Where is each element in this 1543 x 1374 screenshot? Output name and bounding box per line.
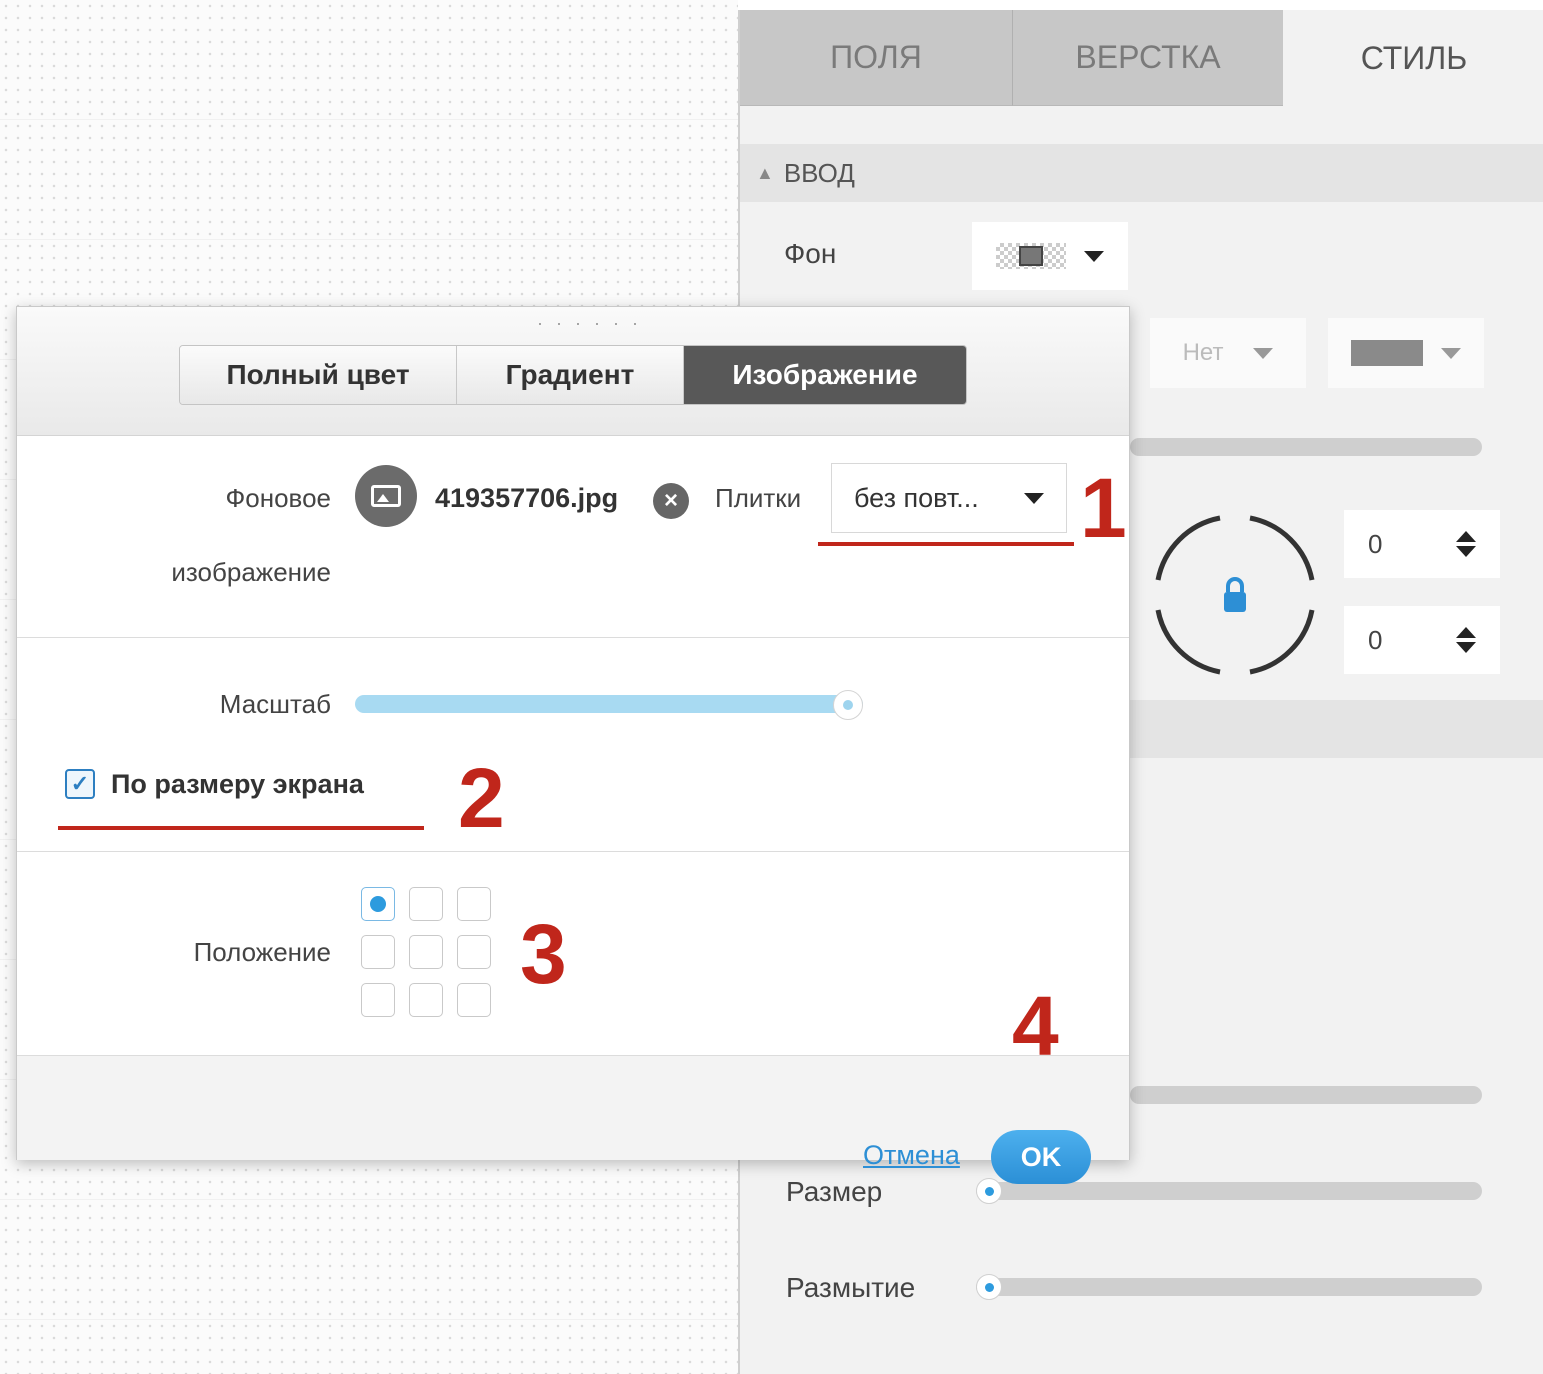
position-bottom-center[interactable] [409, 983, 443, 1017]
position-bottom-right[interactable] [457, 983, 491, 1017]
lock-icon[interactable] [1224, 577, 1246, 612]
corner-bl[interactable] [1155, 609, 1221, 675]
radius-input-2[interactable]: 0 [1344, 606, 1500, 674]
annotation-underline-1 [818, 542, 1074, 546]
drag-handle[interactable]: · · · · · · [537, 313, 642, 334]
position-label: Положение [193, 937, 331, 967]
chevron-down-icon [1024, 492, 1044, 504]
position-bottom-left[interactable] [361, 983, 395, 1017]
radius-input-1[interactable]: 0 [1344, 510, 1500, 578]
tab-style[interactable]: СТИЛЬ [1283, 10, 1543, 106]
border-color-select[interactable] [1328, 318, 1484, 388]
position-top-left[interactable] [361, 887, 395, 921]
scale-slider[interactable] [355, 695, 863, 713]
background-dialog: · · · · · · Полный цвет Градиент Изображ… [16, 306, 1130, 1184]
fit-screen-label[interactable]: По размеру экрана [111, 769, 364, 800]
corner-tr[interactable] [1249, 515, 1315, 581]
border-width-slider[interactable] [1130, 438, 1482, 456]
panel-tabs: ПОЛЯ ВЕРСТКА СТИЛЬ [740, 10, 1543, 106]
tiles-label: Плитки [715, 483, 802, 513]
position-middle-right[interactable] [457, 935, 491, 969]
size-label: Размер [786, 1176, 883, 1207]
scale-slider-knob[interactable] [833, 690, 863, 720]
position-middle-left[interactable] [361, 935, 395, 969]
corner-radius-widget[interactable] [1150, 510, 1320, 680]
tab-layout[interactable]: ВЕРСТКА [1013, 10, 1283, 106]
segment-solid-color[interactable]: Полный цвет [180, 346, 457, 404]
collapse-triangle-icon: ▲ [756, 162, 774, 183]
stepper-icon[interactable] [1456, 627, 1476, 653]
corner-tl[interactable] [1155, 515, 1221, 581]
annotation-4: 4 [1012, 979, 1059, 1073]
section-title: ВВОД [783, 157, 855, 188]
radius-value-1: 0 [1368, 528, 1383, 559]
size-slider[interactable] [976, 1182, 1482, 1200]
fill-type-segmented-control: Полный цвет Градиент Изображение [179, 345, 967, 405]
file-name: 419357706.jpg [435, 483, 619, 513]
size-slider-knob[interactable] [976, 1178, 1002, 1204]
chevron-down-icon [1441, 347, 1461, 359]
ok-button[interactable]: OK [991, 1130, 1091, 1184]
image-upload-icon[interactable] [355, 465, 417, 527]
position-top-right[interactable] [457, 887, 491, 921]
cancel-button[interactable]: Отмена [863, 1140, 960, 1171]
blur-label: Размытие [786, 1272, 916, 1303]
annotation-underline-2 [58, 826, 424, 830]
position-top-center[interactable] [409, 887, 443, 921]
stepper-icon[interactable] [1456, 531, 1476, 557]
divider [17, 851, 1129, 852]
color-swatch [1351, 340, 1423, 366]
blur-slider[interactable] [976, 1278, 1482, 1296]
position-grid [361, 887, 491, 1017]
annotation-1: 1 [1080, 461, 1127, 555]
chevron-down-icon [1084, 250, 1104, 262]
dialog-footer: Отмена OK [17, 1055, 1129, 1184]
divider [17, 637, 1129, 638]
chevron-down-icon [1253, 347, 1274, 359]
background-picker[interactable] [972, 222, 1128, 290]
tab-fields[interactable]: ПОЛЯ [740, 10, 1013, 106]
segment-gradient[interactable]: Градиент [457, 346, 684, 404]
border-style-value: Нет [1182, 339, 1224, 366]
remove-image-icon[interactable]: × [653, 483, 689, 519]
shadow-offset-slider[interactable] [1130, 1086, 1482, 1104]
border-style-select[interactable]: Нет [1150, 318, 1306, 388]
scale-label: Масштаб [219, 689, 331, 719]
radius-value-2: 0 [1368, 624, 1383, 655]
tiles-select[interactable]: без повт... [831, 463, 1067, 533]
dialog-header[interactable]: · · · · · · Полный цвет Градиент Изображ… [17, 307, 1129, 436]
blur-slider-knob[interactable] [976, 1274, 1002, 1300]
background-label: Фон [784, 238, 837, 269]
position-middle-center[interactable] [409, 935, 443, 969]
annotation-3: 3 [520, 907, 567, 1001]
corner-br[interactable] [1249, 609, 1315, 675]
fit-screen-checkbox[interactable]: ✓ [65, 769, 95, 799]
section-input-header[interactable]: ▲ ВВОД [740, 144, 1543, 202]
annotation-2: 2 [458, 751, 505, 845]
tiles-value: без повт... [854, 482, 979, 513]
image-background-icon [996, 243, 1066, 269]
segment-image[interactable]: Изображение [684, 346, 966, 404]
bg-image-label-line1: Фоновое [225, 483, 332, 513]
bg-image-label-line2: изображение [171, 557, 331, 587]
